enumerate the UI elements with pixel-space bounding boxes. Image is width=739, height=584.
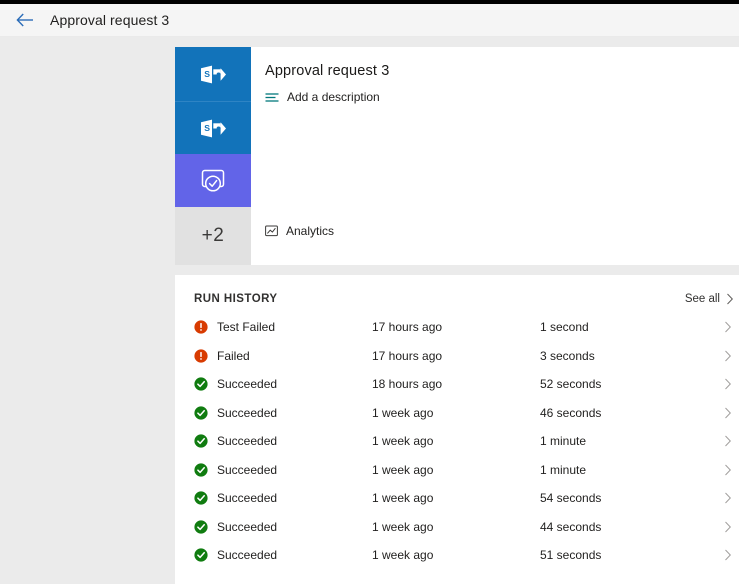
run-history-list: Test Failed 17 hours ago 1 second Failed 17 … [175,313,739,570]
success-icon [194,434,208,448]
run-duration: 3 seconds [540,348,595,363]
run-start-time: 1 week ago [372,405,434,420]
success-icon [194,491,208,505]
add-description-button[interactable]: Add a description [265,90,739,104]
sharepoint-icon: S [200,64,227,85]
run-status-label: Succeeded [217,491,278,506]
see-all-button[interactable]: See all [685,293,734,305]
sharepoint-icon: S [200,118,227,139]
run-start-time: 1 week ago [372,519,434,534]
row-chevron-right-icon[interactable] [718,407,732,419]
run-history-card: RUN HISTORY See all Test Failed 17 hours … [175,275,739,584]
page-title: Approval request 3 [50,12,170,28]
error-icon [194,349,208,363]
run-status-label: Test Failed [217,320,276,335]
page-canvas: S S +2 Approval request 3 Add a descript… [0,37,739,584]
more-connectors-tile[interactable]: +2 [175,207,251,265]
row-chevron-right-icon[interactable] [718,549,732,561]
chevron-right-icon [726,293,734,305]
run-history-row[interactable]: Failed 17 hours ago 3 seconds [175,342,739,371]
run-status-cell: Succeeded [194,548,372,562]
success-icon [194,463,208,477]
run-status-cell: Succeeded [194,406,372,420]
run-start-time: 1 week ago [372,462,434,477]
run-history-row[interactable]: Succeeded 1 week ago 51 seconds [175,541,739,570]
svg-text:S: S [204,123,210,133]
run-status-label: Failed [217,348,250,363]
run-status-label: Succeeded [217,462,278,477]
connector-tile-sharepoint-2[interactable]: S [175,101,251,154]
run-history-row[interactable]: Succeeded 1 week ago 1 minute [175,427,739,456]
run-status-cell: Failed [194,349,372,363]
run-status-cell: Succeeded [194,463,372,477]
back-arrow-icon [16,13,34,27]
description-lines-icon [265,92,279,103]
command-bar: Approval request 3 [0,4,739,37]
success-icon [194,548,208,562]
success-icon [194,377,208,391]
run-duration: 54 seconds [540,491,602,506]
run-history-header: RUN HISTORY See all [175,293,739,305]
run-history-heading: RUN HISTORY [194,293,278,305]
run-status-label: Succeeded [217,434,278,449]
run-start-time: 1 week ago [372,491,434,506]
run-history-row[interactable]: Succeeded 1 week ago 1 minute [175,456,739,485]
run-duration: 44 seconds [540,519,602,534]
row-chevron-right-icon[interactable] [718,464,732,476]
row-chevron-right-icon[interactable] [718,321,732,333]
flow-details-body: Approval request 3 Add a description Ana… [251,47,739,265]
svg-text:S: S [204,69,210,79]
flow-details-card: S S +2 Approval request 3 Add a descript… [175,47,739,265]
run-history-row[interactable]: Succeeded 18 hours ago 52 seconds [175,370,739,399]
row-chevron-right-icon[interactable] [718,350,732,362]
approvals-icon [198,167,228,194]
run-status-cell: Succeeded [194,377,372,391]
run-status-label: Succeeded [217,548,278,563]
row-chevron-right-icon[interactable] [718,492,732,504]
run-status-cell: Succeeded [194,434,372,448]
run-start-time: 17 hours ago [372,348,443,363]
connector-tiles: S S +2 [175,47,251,265]
row-chevron-right-icon[interactable] [718,521,732,533]
row-chevron-right-icon[interactable] [718,378,732,390]
run-duration: 1 minute [540,462,587,477]
run-duration: 46 seconds [540,405,602,420]
run-status-cell: Succeeded [194,520,372,534]
run-history-row[interactable]: Test Failed 17 hours ago 1 second [175,313,739,342]
run-start-time: 1 week ago [372,434,434,449]
row-chevron-right-icon[interactable] [718,435,732,447]
run-start-time: 1 week ago [372,548,434,563]
run-history-row[interactable]: Succeeded 1 week ago 54 seconds [175,484,739,513]
run-history-row[interactable]: Succeeded 1 week ago 46 seconds [175,399,739,428]
connector-tile-approvals[interactable] [175,154,251,207]
back-button[interactable] [14,9,36,31]
run-duration: 1 second [540,320,589,335]
run-duration: 1 minute [540,434,587,449]
run-duration: 52 seconds [540,377,602,392]
analytics-chart-icon [265,225,278,237]
see-all-label: See all [684,293,720,305]
run-status-cell: Succeeded [194,491,372,505]
run-status-label: Succeeded [217,377,278,392]
run-status-cell: Test Failed [194,320,372,334]
analytics-label: Analytics [286,224,335,238]
run-status-label: Succeeded [217,405,278,420]
run-duration: 51 seconds [540,548,602,563]
success-icon [194,520,208,534]
run-start-time: 17 hours ago [372,320,443,335]
run-status-label: Succeeded [217,519,278,534]
run-start-time: 18 hours ago [372,377,443,392]
analytics-button[interactable]: Analytics [265,224,739,238]
error-icon [194,320,208,334]
run-history-row[interactable]: Succeeded 1 week ago 44 seconds [175,513,739,542]
success-icon [194,406,208,420]
add-description-label: Add a description [287,90,380,104]
flow-title: Approval request 3 [265,63,390,79]
connector-tile-sharepoint-1[interactable]: S [175,47,251,101]
